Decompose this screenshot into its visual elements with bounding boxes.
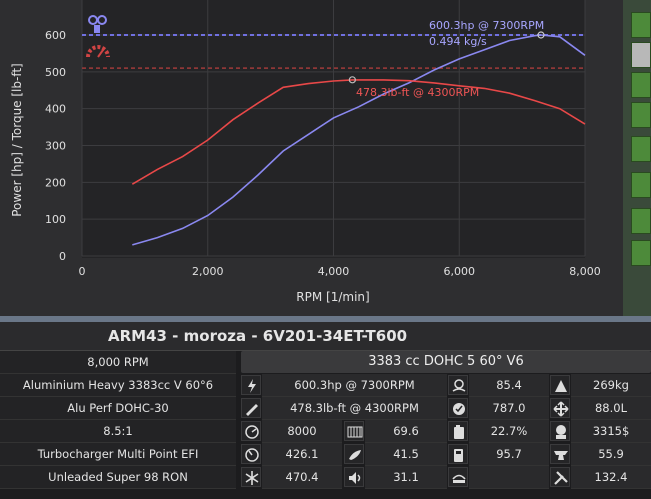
side-button[interactable] — [631, 42, 651, 68]
y-tick-label: 600 — [45, 29, 66, 42]
stat-value: 600.3hp @ 7300RPM — [262, 374, 447, 397]
y-tick-label: 500 — [45, 66, 66, 79]
side-button[interactable] — [631, 12, 651, 38]
y-tick-label: 200 — [45, 176, 66, 189]
noise-icon — [344, 467, 364, 487]
engine-summary: 3383 cc DOHC 5 60° V6 — [241, 351, 651, 373]
stat-value: 85.4 — [469, 374, 549, 397]
weight-icon — [550, 375, 570, 395]
info-row: Unleaded Super 98 RON 470.4 31.1 132.4 — [0, 466, 651, 489]
info-row: Aluminium Heavy 3383cc V 60°6 600.3hp @ 7… — [0, 374, 651, 397]
x-axis-label: RPM [1/min] — [296, 290, 369, 304]
x-tick-label: 6,000 — [444, 265, 476, 278]
info-row: Turbocharger Multi Point EFI 426.1 41.5 95.… — [0, 443, 651, 466]
stat-value: 3315$ — [571, 420, 651, 443]
turbo-gauge-icon — [241, 444, 261, 464]
side-button[interactable] — [631, 172, 651, 198]
x-tick-label: 0 — [79, 265, 86, 278]
dyno-chart: 0 100 200 300 400 500 600 0 2,000 4,000 6,000 8,000… — [10, 0, 601, 304]
side-button[interactable] — [631, 72, 651, 98]
side-button[interactable] — [631, 102, 651, 128]
y-tick-label: 300 — [45, 140, 66, 153]
stat-value: 426.1 — [262, 443, 342, 466]
info-row: Alu Perf DOHC-30 478.3lb-ft @ 4300RPM 787.… — [0, 397, 651, 420]
emissions-icon — [344, 444, 364, 464]
exhaust-icon — [448, 375, 468, 395]
stat-value: 55.9 — [571, 443, 651, 466]
stat-value: 8000 — [262, 420, 342, 443]
stat-value: 787.0 — [469, 397, 549, 420]
power-flow-label: 0.494 kg/s — [429, 35, 487, 48]
y-tick-label: 400 — [45, 103, 66, 116]
stat-value: 31.1 — [365, 466, 447, 489]
x-tick-label: 4,000 — [318, 265, 350, 278]
side-button[interactable] — [631, 208, 651, 234]
service-icon — [448, 467, 468, 487]
stat-value: 269kg — [571, 374, 651, 397]
tools-icon — [550, 467, 570, 487]
right-side-panel — [623, 0, 651, 316]
info-header-row: 8,000 RPM 3383 cc DOHC 5 60° V6 — [0, 351, 651, 374]
y-tick-label: 0 — [59, 250, 66, 263]
info-row: 8.5:1 8000 69.6 22.7% 3315$ — [0, 420, 651, 443]
torque-peak-label: 478.3lb-ft @ 4300RPM — [356, 86, 479, 99]
fuel-can-icon — [448, 421, 468, 441]
engine-info-panel: 8,000 RPM 3383 cc DOHC 5 60° V6 Aluminiu… — [0, 351, 651, 499]
side-button[interactable] — [631, 240, 651, 266]
radiator-icon — [344, 421, 364, 441]
stat-value: 22.7% — [469, 420, 549, 443]
stat-value: 478.3lb-ft @ 4300RPM — [262, 397, 447, 420]
reliability-icon — [448, 398, 468, 418]
engine-part-label: Alu Perf DOHC-30 — [0, 397, 236, 420]
max-rpm-label: 8,000 RPM — [0, 351, 236, 374]
stat-value: 132.4 — [571, 466, 651, 489]
engine-title-bar: ARM43 - moroza - 6V201-34ET-T600 — [0, 322, 651, 351]
x-tick-label: 8,000 — [569, 265, 601, 278]
stat-value: 470.4 — [262, 466, 342, 489]
octane-icon — [448, 444, 468, 464]
stat-value — [469, 466, 549, 489]
cost-icon — [550, 421, 570, 441]
engine-part-label: Turbocharger Multi Point EFI — [0, 443, 236, 466]
torque-icon — [241, 398, 261, 418]
side-button[interactable] — [631, 136, 651, 162]
cooling-icon — [241, 467, 261, 487]
y-axis-label: Power [hp] / Torque [lb-ft] — [10, 63, 24, 217]
stat-value: 88.0L — [571, 397, 651, 420]
engine-title: ARM43 - moroza - 6V201-34ET-T600 — [108, 327, 408, 345]
stat-value: 41.5 — [365, 443, 447, 466]
anvil-icon — [550, 444, 570, 464]
stat-value: 95.7 — [469, 443, 549, 466]
dimensions-icon — [550, 398, 570, 418]
stat-value: 69.6 — [365, 420, 447, 443]
rpm-gauge-icon — [241, 421, 261, 441]
dyno-chart-panel: 0 100 200 300 400 500 600 0 2,000 4,000 6,000 8,000… — [0, 0, 623, 316]
power-peak-label: 600.3hp @ 7300RPM — [429, 19, 544, 32]
x-tick-label: 2,000 — [192, 265, 224, 278]
y-tick-label: 100 — [45, 213, 66, 226]
engine-part-label: 8.5:1 — [0, 420, 236, 443]
engine-part-label: Unleaded Super 98 RON — [0, 466, 236, 489]
power-icon — [241, 375, 261, 395]
engine-part-label: Aluminium Heavy 3383cc V 60°6 — [0, 374, 236, 397]
